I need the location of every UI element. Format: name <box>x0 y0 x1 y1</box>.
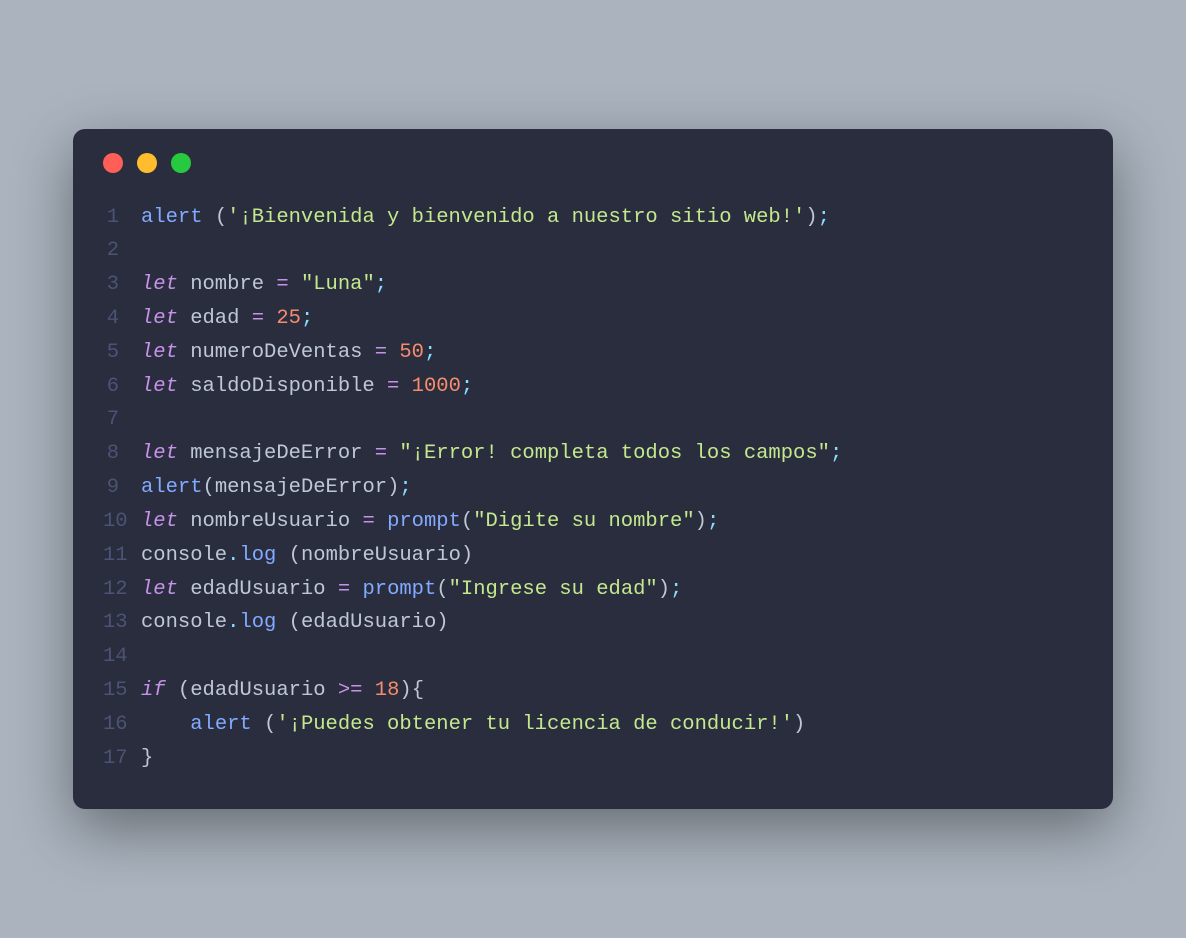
line-number: 15 <box>103 674 141 708</box>
window-titlebar <box>73 129 1113 183</box>
line-number: 17 <box>103 742 141 776</box>
code-window: 1alert ('¡Bienvenida y bienvenido a nues… <box>73 129 1113 810</box>
line-content: alert ('¡Bienvenida y bienvenido a nuest… <box>141 201 1083 235</box>
line-number: 16 <box>103 708 141 742</box>
line-number: 1 <box>103 201 141 235</box>
code-line: 14 <box>103 640 1083 674</box>
line-number: 11 <box>103 539 141 573</box>
line-number: 12 <box>103 573 141 607</box>
close-icon[interactable] <box>103 153 123 173</box>
line-content: let mensajeDeError = "¡Error! completa t… <box>141 437 1083 471</box>
code-line: 16 alert ('¡Puedes obtener tu licencia d… <box>103 708 1083 742</box>
code-line: 1alert ('¡Bienvenida y bienvenido a nues… <box>103 201 1083 235</box>
code-line: 13console.log (edadUsuario) <box>103 606 1083 640</box>
code-line: 6let saldoDisponible = 1000; <box>103 370 1083 404</box>
line-content: let edad = 25; <box>141 302 1083 336</box>
line-number: 10 <box>103 505 141 539</box>
line-content: console.log (nombreUsuario) <box>141 539 1083 573</box>
code-line: 4let edad = 25; <box>103 302 1083 336</box>
line-content: let edadUsuario = prompt("Ingrese su eda… <box>141 573 1083 607</box>
line-number: 9 <box>103 471 141 505</box>
line-content: console.log (edadUsuario) <box>141 606 1083 640</box>
line-number: 6 <box>103 370 141 404</box>
line-content: if (edadUsuario >= 18){ <box>141 674 1083 708</box>
line-content: } <box>141 742 1083 776</box>
line-number: 4 <box>103 302 141 336</box>
line-content <box>141 234 1083 268</box>
line-number: 14 <box>103 640 141 674</box>
code-line: 11console.log (nombreUsuario) <box>103 539 1083 573</box>
line-number: 13 <box>103 606 141 640</box>
line-content: let nombre = "Luna"; <box>141 268 1083 302</box>
line-number: 3 <box>103 268 141 302</box>
line-content: alert(mensajeDeError); <box>141 471 1083 505</box>
code-line: 7 <box>103 403 1083 437</box>
code-line: 3let nombre = "Luna"; <box>103 268 1083 302</box>
code-line: 17} <box>103 742 1083 776</box>
code-line: 2 <box>103 234 1083 268</box>
code-line: 15if (edadUsuario >= 18){ <box>103 674 1083 708</box>
code-line: 10let nombreUsuario = prompt("Digite su … <box>103 505 1083 539</box>
code-line: 5let numeroDeVentas = 50; <box>103 336 1083 370</box>
line-content: let numeroDeVentas = 50; <box>141 336 1083 370</box>
code-line: 9alert(mensajeDeError); <box>103 471 1083 505</box>
line-content: let nombreUsuario = prompt("Digite su no… <box>141 505 1083 539</box>
line-number: 5 <box>103 336 141 370</box>
maximize-icon[interactable] <box>171 153 191 173</box>
line-content: alert ('¡Puedes obtener tu licencia de c… <box>141 708 1083 742</box>
line-number: 8 <box>103 437 141 471</box>
code-line: 8let mensajeDeError = "¡Error! completa … <box>103 437 1083 471</box>
code-line: 12let edadUsuario = prompt("Ingrese su e… <box>103 573 1083 607</box>
line-content: let saldoDisponible = 1000; <box>141 370 1083 404</box>
line-content <box>141 403 1083 437</box>
line-number: 7 <box>103 403 141 437</box>
line-content <box>141 640 1083 674</box>
code-editor[interactable]: 1alert ('¡Bienvenida y bienvenido a nues… <box>73 183 1113 810</box>
minimize-icon[interactable] <box>137 153 157 173</box>
line-number: 2 <box>103 234 141 268</box>
